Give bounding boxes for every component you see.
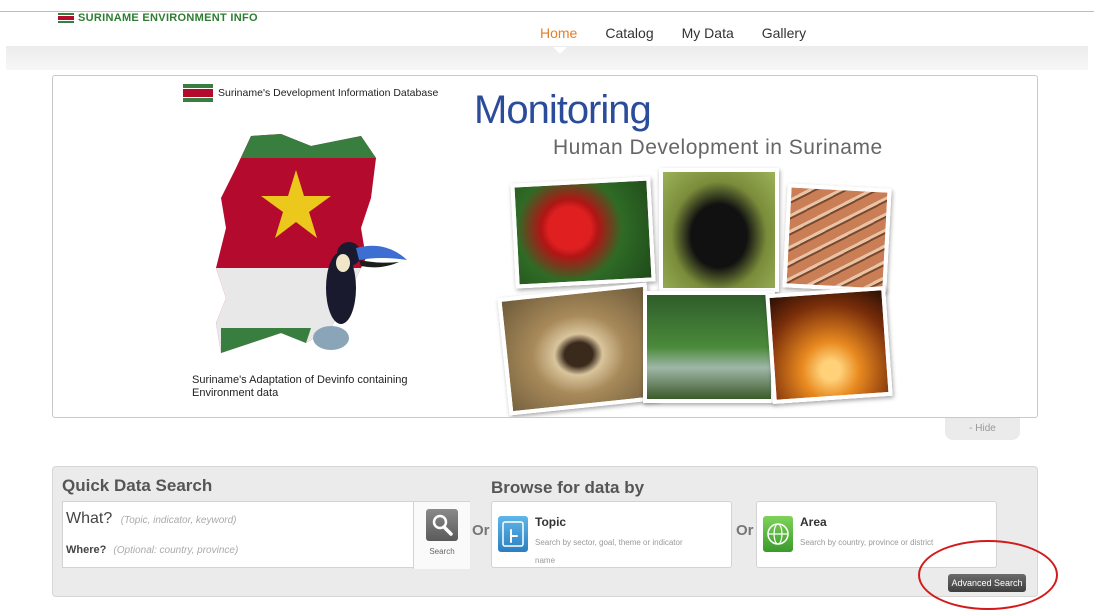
globe-icon — [763, 516, 793, 552]
browse-title: Browse for data by — [491, 478, 645, 497]
area-title: Area — [800, 515, 827, 529]
active-nav-caret — [553, 47, 567, 54]
photo-forest-stream — [643, 291, 775, 403]
banner-title: Monitoring — [474, 88, 652, 132]
nav-my-data[interactable]: My Data — [682, 25, 734, 41]
what-placeholder: (Topic, indicator, keyword) — [120, 515, 237, 526]
banner-subtitle-row: Suriname's Development Information Datab… — [183, 84, 438, 102]
search-button[interactable]: Search — [413, 502, 470, 569]
what-field[interactable]: What? (Topic, indicator, keyword) — [66, 510, 237, 528]
annotation-circle — [918, 540, 1058, 610]
hero-banner: Suriname's Development Information Datab… — [52, 75, 1038, 418]
where-field[interactable]: Where? (Optional: country, province) — [66, 544, 238, 556]
adaptation-caption: Suriname's Adaptation of Devinfo contain… — [192, 374, 408, 400]
adaptation-line-2: Environment data — [192, 387, 279, 399]
topic-touch-icon — [498, 516, 528, 552]
suriname-flag-icon — [183, 84, 213, 102]
or-label-2: Or — [736, 522, 754, 539]
site-logo[interactable]: SURINAME ENVIRONMENT INFO — [58, 11, 258, 25]
photo-sloth — [497, 282, 659, 416]
main-nav: Home Catalog My Data Gallery — [540, 25, 806, 41]
where-label: Where? — [66, 544, 107, 556]
suriname-map-illustration — [216, 134, 407, 353]
search-icon — [426, 509, 458, 541]
hide-banner-toggle[interactable]: - Hide — [945, 418, 1020, 440]
logo-text: SURINAME ENVIRONMENT INFO — [78, 12, 258, 24]
banner-subtitle: Suriname's Development Information Datab… — [218, 87, 439, 99]
nav-catalog[interactable]: Catalog — [605, 25, 653, 41]
topic-description: Search by sector, goal, theme or indicat… — [535, 538, 683, 565]
what-label: What? — [66, 510, 113, 527]
browse-topic-card[interactable]: Topic Search by sector, goal, theme or i… — [491, 501, 732, 568]
header-bar — [6, 46, 1088, 70]
nav-home[interactable]: Home — [540, 25, 577, 41]
photo-logs — [782, 183, 892, 293]
topic-title: Topic — [535, 515, 567, 529]
photo-oil-pump — [765, 285, 893, 405]
banner-tagline: Human Development in Suriname — [553, 136, 883, 159]
quick-search-title: Quick Data Search — [62, 476, 213, 495]
area-description: Search by country, province or district — [800, 538, 934, 547]
or-label-1: Or — [472, 522, 490, 539]
nav-gallery[interactable]: Gallery — [762, 25, 806, 41]
where-placeholder: (Optional: country, province) — [113, 545, 239, 556]
photo-monkey — [659, 168, 779, 292]
suriname-flag-icon — [58, 13, 74, 23]
quick-search-box: What? (Topic, indicator, keyword) Where?… — [62, 501, 470, 569]
adaptation-line-1: Suriname's Adaptation of Devinfo contain… — [192, 374, 408, 386]
photo-red-flower — [510, 176, 656, 289]
search-button-label: Search — [429, 547, 455, 556]
